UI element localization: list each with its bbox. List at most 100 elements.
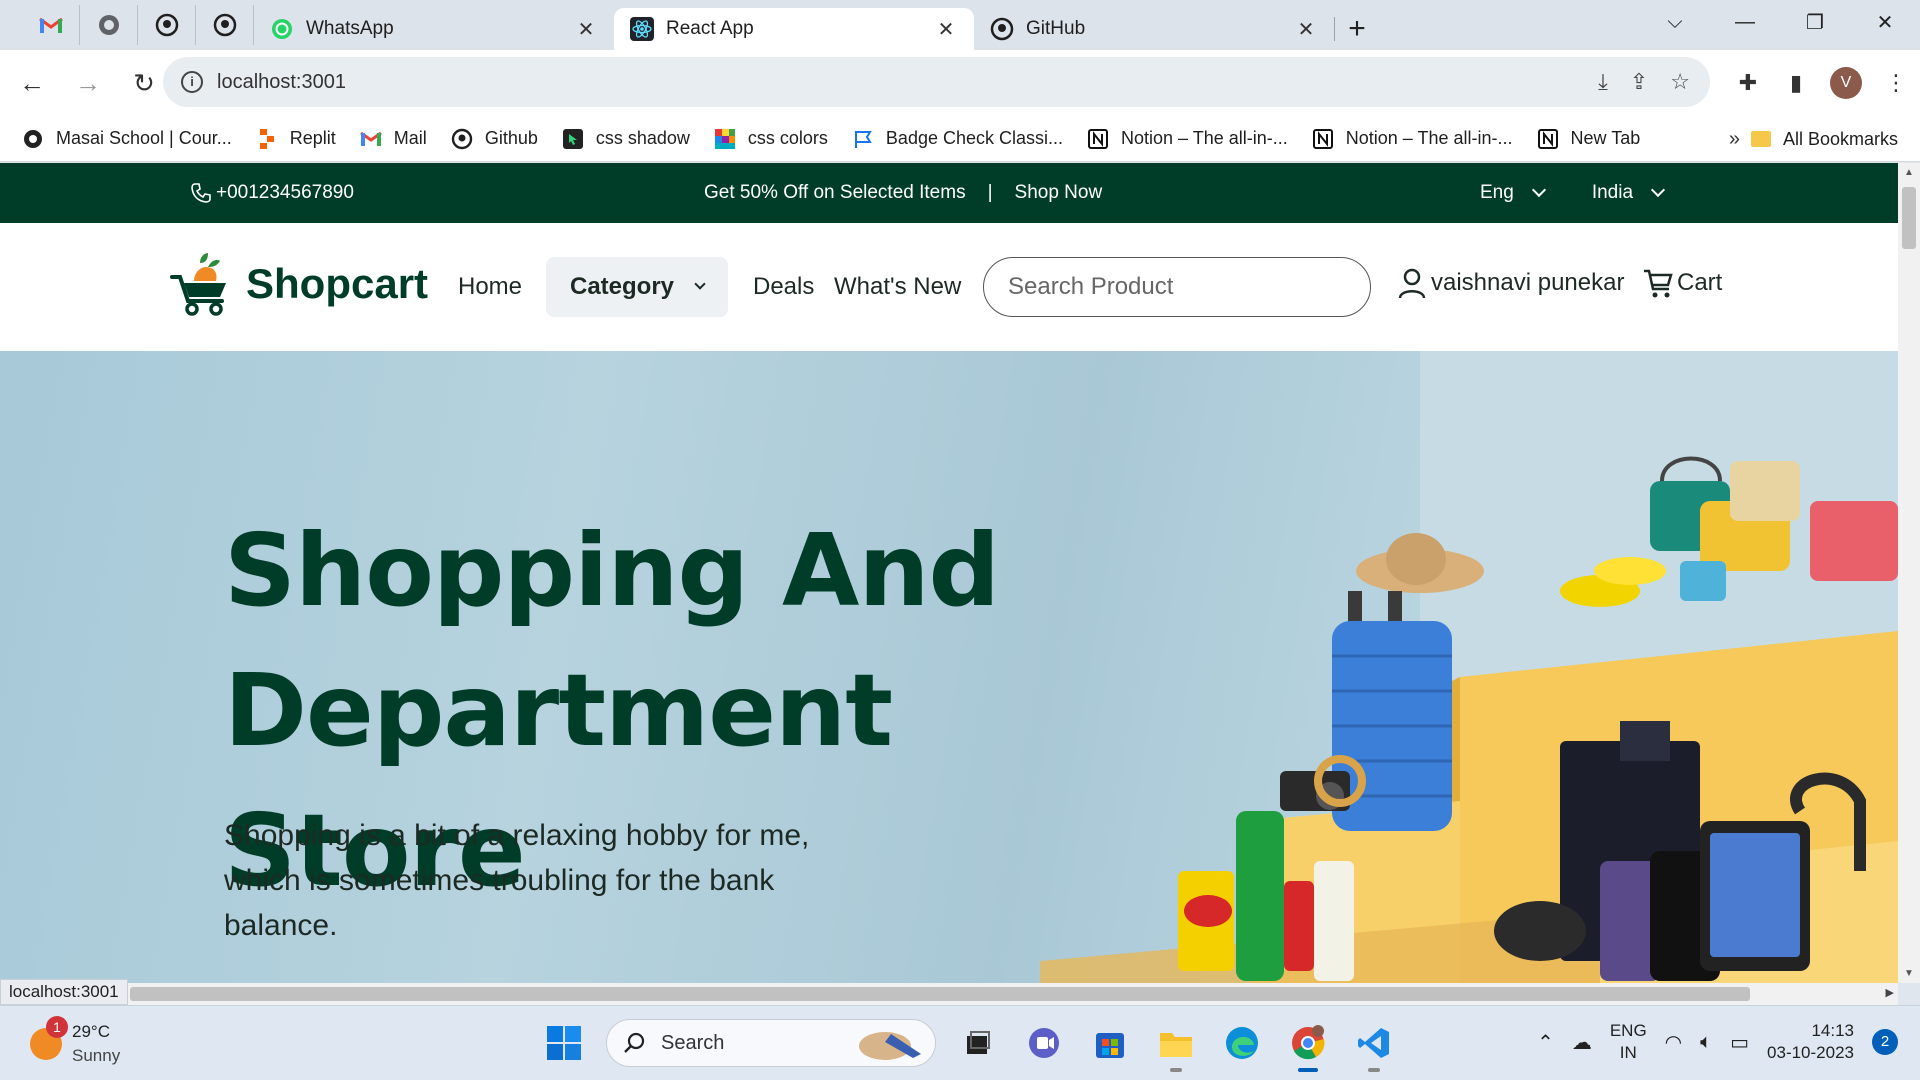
- extensions-icon[interactable]: ✚: [1734, 70, 1762, 96]
- battery-icon[interactable]: ▭: [1730, 1030, 1749, 1055]
- chrome-icon: [1292, 1025, 1325, 1060]
- bookmark-item[interactable]: Notion – The all-in-...: [1087, 128, 1288, 150]
- bookmark-item[interactable]: Notion – The all-in-...: [1312, 128, 1513, 150]
- folder-icon: [1750, 131, 1771, 147]
- bookmark-item[interactable]: Github: [451, 128, 538, 150]
- taskbar-edge[interactable]: [1218, 1019, 1266, 1067]
- taskbar-teams[interactable]: [1020, 1019, 1068, 1067]
- address-bar[interactable]: i localhost:3001 ⤓ ⇪ ☆: [163, 57, 1710, 107]
- masai-icon: [22, 128, 44, 150]
- chevron-up-icon[interactable]: ⌃: [1537, 1030, 1554, 1055]
- pinned-tabs: [0, 0, 254, 50]
- user-name: vaishnavi punekar: [1431, 269, 1625, 296]
- shop-now-link[interactable]: Shop Now: [1015, 182, 1103, 204]
- taskbar-store[interactable]: [1086, 1019, 1134, 1067]
- restore-button[interactable]: ❐: [1780, 10, 1850, 35]
- offer-text: Get 50% Off on Selected Items | Shop Now: [704, 182, 1102, 204]
- replit-icon: [256, 128, 278, 150]
- scroll-down-icon[interactable]: ▼: [1904, 968, 1914, 979]
- weather-widget[interactable]: 1 29°C Sunny: [30, 1016, 120, 1068]
- new-tab-button[interactable]: +: [1335, 8, 1379, 50]
- reload-button[interactable]: ↻: [120, 59, 168, 107]
- clock[interactable]: 14:13 03-10-2023: [1767, 1020, 1854, 1064]
- minimize-button[interactable]: —: [1710, 11, 1780, 34]
- close-tab-icon[interactable]: ✕: [1294, 17, 1318, 42]
- close-tab-icon[interactable]: ✕: [574, 17, 598, 42]
- taskbar-vscode[interactable]: [1350, 1019, 1398, 1072]
- notion-icon: [1537, 128, 1559, 150]
- search-highlight-icon: [859, 1032, 921, 1060]
- url-text[interactable]: localhost:3001: [217, 71, 1598, 94]
- back-button[interactable]: ←: [8, 59, 56, 107]
- pinned-tab-github-2[interactable]: [196, 5, 254, 45]
- taskbar-search[interactable]: Search: [606, 1019, 936, 1067]
- scroll-thumb[interactable]: [1902, 187, 1916, 249]
- bookmark-item[interactable]: New Tab: [1537, 128, 1640, 150]
- horizontal-scrollbar[interactable]: ▶: [0, 983, 1898, 1005]
- onedrive-error-icon[interactable]: ☁: [1572, 1030, 1592, 1055]
- nav-whats-new[interactable]: What's New: [834, 273, 961, 301]
- promo-bar: +001234567890 Get 50% Off on Selected It…: [0, 163, 1898, 223]
- weather-text: 29°C Sunny: [72, 1020, 120, 1068]
- brand-logo[interactable]: Shopcart: [170, 251, 428, 317]
- notification-badge[interactable]: 2: [1872, 1029, 1898, 1055]
- pinned-tab-globe[interactable]: [80, 5, 138, 45]
- bookmark-item[interactable]: css colors: [714, 128, 828, 150]
- vertical-scrollbar[interactable]: ▲ ▼: [1898, 163, 1920, 983]
- language-dropdown[interactable]: Eng: [1480, 182, 1546, 204]
- tab-search-chevron-icon[interactable]: ⌵: [1640, 11, 1710, 34]
- bookmark-item[interactable]: Mail: [359, 128, 427, 150]
- input-language[interactable]: ENG IN: [1610, 1020, 1647, 1064]
- bookmark-item[interactable]: Replit: [256, 128, 336, 150]
- tab-react-app[interactable]: React App ✕: [614, 8, 974, 50]
- bookmark-item[interactable]: Badge Check Classi...: [852, 128, 1063, 150]
- nav-deals[interactable]: Deals: [753, 273, 814, 301]
- search-input[interactable]: Search Product: [983, 257, 1371, 317]
- taskbar-file-explorer[interactable]: [1152, 1019, 1200, 1072]
- side-panel-icon[interactable]: ▮: [1782, 70, 1810, 96]
- bookmark-item[interactable]: css shadow: [562, 128, 690, 150]
- brand-name: Shopcart: [246, 260, 429, 307]
- volume-icon[interactable]: 🔈︎: [1700, 1031, 1712, 1054]
- user-icon: [1398, 268, 1426, 299]
- cursor-icon: [562, 128, 584, 150]
- nav-home[interactable]: Home: [458, 273, 522, 301]
- language-code: ENG: [1609, 1021, 1647, 1040]
- close-tab-icon[interactable]: ✕: [934, 17, 958, 42]
- taskbar-chrome[interactable]: [1284, 1019, 1332, 1072]
- scroll-thumb[interactable]: [130, 987, 1750, 1001]
- country-dropdown[interactable]: India: [1592, 182, 1666, 204]
- user-account[interactable]: vaishnavi punekar: [1397, 267, 1624, 299]
- all-bookmarks-button[interactable]: All Bookmarks: [1750, 116, 1898, 162]
- taskbar-task-view[interactable]: [954, 1019, 1002, 1067]
- profile-avatar[interactable]: V: [1830, 67, 1862, 99]
- scroll-up-icon[interactable]: ▲: [1904, 167, 1914, 178]
- wifi-icon[interactable]: ◠: [1665, 1030, 1682, 1055]
- site-info-icon[interactable]: i: [181, 71, 203, 93]
- share-icon[interactable]: ⇪: [1630, 69, 1648, 95]
- category-dropdown[interactable]: Category: [546, 257, 728, 317]
- chevron-down-icon: [1531, 182, 1546, 198]
- start-button[interactable]: [540, 1019, 588, 1067]
- menu-icon[interactable]: ⋮: [1882, 70, 1910, 96]
- scroll-right-icon[interactable]: ▶: [1886, 986, 1894, 999]
- close-window-button[interactable]: ✕: [1850, 10, 1920, 35]
- cart-button[interactable]: Cart: [1643, 267, 1722, 299]
- tab-whatsapp[interactable]: WhatsApp ✕: [254, 8, 614, 50]
- offer-label: Get 50% Off on Selected Items: [704, 182, 966, 203]
- bookmark-item[interactable]: Masai School | Cour...: [22, 128, 232, 150]
- pinned-tab-gmail[interactable]: [22, 5, 80, 45]
- windows-icon: [547, 1026, 581, 1060]
- star-icon[interactable]: ☆: [1670, 69, 1690, 95]
- arrow-right-icon: →: [75, 67, 101, 98]
- pinned-tab-github[interactable]: [138, 5, 196, 45]
- forward-button[interactable]: →: [64, 59, 112, 107]
- running-indicator: [1368, 1068, 1380, 1072]
- windows-taskbar: 1 29°C Sunny Search ⌃ ☁ ENG IN ◠ 🔈︎ ▭ 14…: [0, 1005, 1920, 1080]
- tab-github[interactable]: GitHub ✕: [974, 8, 1334, 50]
- search-placeholder: Search Product: [1008, 273, 1174, 300]
- github-icon: [451, 128, 473, 150]
- bookmarks-overflow-button[interactable]: »: [1729, 116, 1740, 162]
- search-icon: [624, 1032, 645, 1053]
- install-icon[interactable]: ⤓: [1598, 69, 1608, 95]
